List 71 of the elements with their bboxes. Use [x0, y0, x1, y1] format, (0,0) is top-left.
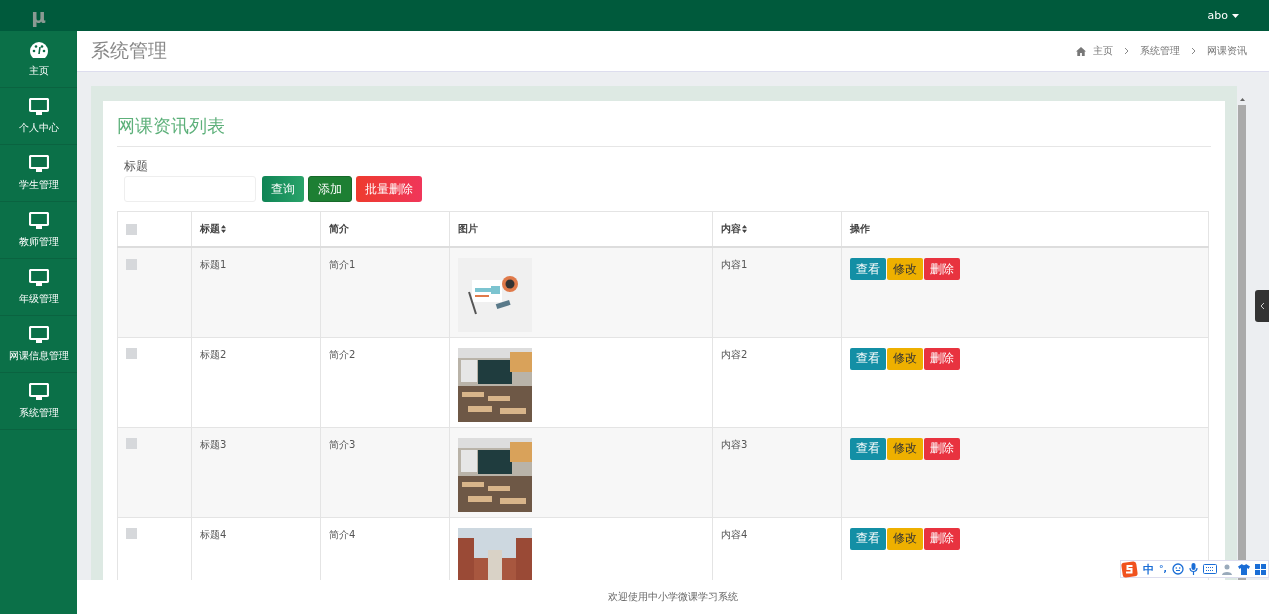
footer-text: 欢迎使用中小学微课学习系统: [608, 590, 738, 604]
card-title: 网课资讯列表: [117, 114, 1211, 147]
table-cell: 内容3: [721, 438, 748, 450]
table-cell: 标题3: [200, 438, 227, 450]
table-cell: 内容4: [721, 528, 748, 540]
sort-icon[interactable]: [221, 225, 226, 233]
monitor-icon: [28, 268, 49, 287]
table-cell: 标题2: [200, 348, 227, 360]
checkbox[interactable]: [126, 528, 137, 539]
monitor-icon: [28, 211, 49, 230]
breadcrumb-link[interactable]: 系统管理: [1140, 44, 1180, 58]
edit-button[interactable]: 修改: [887, 437, 923, 460]
column-header: 标题: [200, 222, 220, 236]
user-icon[interactable]: [1222, 563, 1233, 575]
table-cell: 简介4: [329, 528, 356, 540]
view-button[interactable]: 查看: [850, 527, 886, 550]
field-label: 标题: [124, 158, 149, 175]
home-icon: [1076, 46, 1086, 56]
checkbox[interactable]: [126, 223, 137, 235]
caret-icon: [1232, 13, 1239, 18]
ime-punctuation[interactable]: °,: [1159, 564, 1167, 574]
emoji-icon[interactable]: [1172, 563, 1184, 575]
grid-icon[interactable]: [1255, 563, 1266, 575]
table-cell: 内容1: [721, 259, 748, 270]
ime-mode[interactable]: 中: [1143, 561, 1155, 577]
chevron-icon: [1191, 47, 1196, 55]
column-header: 简介: [329, 222, 349, 236]
delete-button[interactable]: 删除: [924, 258, 960, 280]
edit-button[interactable]: 修改: [887, 527, 923, 550]
checkbox[interactable]: [126, 258, 137, 270]
monitor-icon: [28, 382, 49, 401]
shirt-icon[interactable]: [1238, 563, 1250, 575]
scrollbar-thumb[interactable]: [1238, 105, 1246, 580]
ime-logo-icon[interactable]: [1121, 560, 1139, 578]
checkbox[interactable]: [126, 438, 137, 449]
table-cell: 标题1: [200, 259, 227, 270]
view-button[interactable]: 查看: [850, 258, 886, 280]
table-cell: 标题4: [200, 528, 227, 540]
page-title: 系统管理: [91, 38, 167, 63]
delete-button[interactable]: 删除: [924, 437, 960, 460]
column-header: 操作: [850, 222, 870, 236]
checkbox[interactable]: [126, 348, 137, 359]
chevron-icon: [1124, 47, 1129, 55]
view-button[interactable]: 查看: [850, 437, 886, 460]
chevron-icon: [1259, 302, 1265, 310]
logo: μ: [31, 3, 46, 28]
monitor-icon: [28, 97, 49, 116]
edit-button[interactable]: 修改: [887, 347, 923, 370]
delete-button[interactable]: 删除: [924, 527, 960, 550]
table-cell: 简介2: [329, 348, 356, 360]
user-menu[interactable]: abo: [1207, 9, 1239, 22]
keyboard-icon[interactable]: [1203, 564, 1217, 574]
table-cell: 简介1: [329, 259, 356, 270]
breadcrumb-link[interactable]: 主页: [1093, 44, 1113, 58]
dashboard-icon: [28, 40, 49, 59]
table-cell: 内容2: [721, 348, 748, 360]
column-header: 内容: [721, 222, 741, 236]
microphone-icon[interactable]: [1189, 563, 1198, 575]
monitor-icon: [28, 325, 49, 344]
delete-button[interactable]: 删除: [924, 347, 960, 370]
add-button[interactable]: 添加: [308, 176, 352, 202]
delete-button[interactable]: 批量删除: [356, 176, 422, 202]
edit-button[interactable]: 修改: [887, 258, 923, 280]
search-button[interactable]: 查询: [262, 176, 304, 202]
monitor-icon: [28, 154, 49, 173]
collapse-handle[interactable]: [1255, 290, 1269, 322]
view-button[interactable]: 查看: [850, 347, 886, 370]
sort-icon[interactable]: [742, 225, 747, 233]
scroll-up-icon[interactable]: [1239, 98, 1245, 101]
column-header: 图片: [458, 222, 478, 236]
table-cell: 简介3: [329, 438, 356, 450]
